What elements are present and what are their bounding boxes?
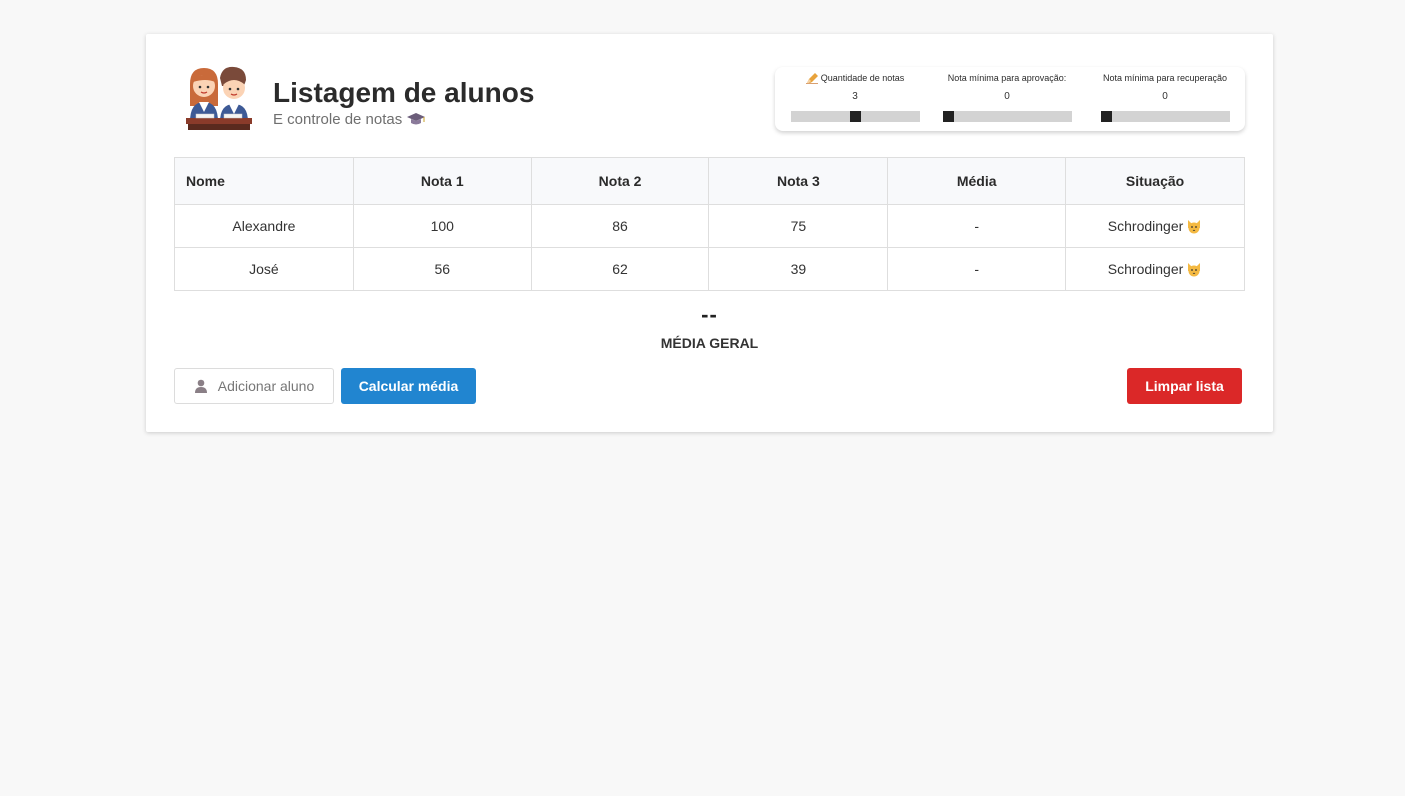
page-subtitle-row: E controle de notas xyxy=(273,111,534,128)
calculate-average-button[interactable]: Calcular média xyxy=(341,368,476,404)
title-block: Listagem de alunos E controle de notas xyxy=(273,69,534,128)
grades-table: Nome Nota 1 Nota 2 Nota 3 Média Situação… xyxy=(174,157,1245,291)
students-avatar-icon xyxy=(186,66,252,130)
add-student-button[interactable]: Adicionar aluno xyxy=(174,368,334,404)
nota-recuperacao-slider[interactable] xyxy=(1100,111,1230,122)
clear-list-button[interactable]: Limpar lista xyxy=(1127,368,1242,404)
column-header-nota2: Nota 2 xyxy=(530,157,710,205)
add-student-label: Adicionar aluno xyxy=(217,378,315,394)
setting-label: Nota mínima para recuperação xyxy=(1102,73,1228,83)
cat-icon xyxy=(1188,263,1201,277)
setting-value: 3 xyxy=(852,91,858,102)
cell-situacao: Schrodinger xyxy=(1065,204,1245,248)
column-header-nota3: Nota 3 xyxy=(708,157,889,205)
table-row: Alexandre 100 86 75 - Schrodinger xyxy=(174,204,1245,248)
setting-quantidade-notas: Quantidade de notas 3 xyxy=(785,71,925,122)
setting-value: 0 xyxy=(1162,91,1168,102)
setting-label: Nota mínima para aprovação: xyxy=(947,73,1067,83)
cell-media: - xyxy=(887,204,1067,248)
settings-panel: Quantidade de notas 3 Nota mínima para a… xyxy=(775,67,1245,131)
nota-aprovacao-slider[interactable] xyxy=(942,111,1072,122)
header: Listagem de alunos E controle de notas xyxy=(184,64,534,132)
slider-thumb[interactable] xyxy=(1100,111,1112,122)
media-geral-label: MÉDIA GERAL xyxy=(660,335,759,351)
cat-icon xyxy=(1188,220,1201,234)
setting-nota-aprovacao: Nota mínima para aprovação: 0 xyxy=(937,71,1077,122)
cell-nota2: 62 xyxy=(530,247,710,291)
situacao-text: Schrodinger xyxy=(1107,218,1184,234)
cell-nome: Alexandre xyxy=(174,204,354,248)
cell-nota3: 39 xyxy=(708,247,889,291)
cell-nota3: 75 xyxy=(708,204,889,248)
setting-nota-recuperacao: Nota mínima para recuperação 0 xyxy=(1095,71,1235,122)
column-header-media: Média xyxy=(887,157,1067,205)
setting-label-row: Quantidade de notas xyxy=(785,71,925,85)
page-title: Listagem de alunos xyxy=(273,76,535,108)
column-header-situacao: Situação xyxy=(1065,157,1245,205)
cell-nota1: 56 xyxy=(352,247,532,291)
setting-label: Quantidade de notas xyxy=(820,73,905,83)
cell-nota2: 86 xyxy=(530,204,710,248)
situacao-text: Schrodinger xyxy=(1107,261,1184,277)
cell-nome: José xyxy=(174,247,354,291)
cell-situacao: Schrodinger xyxy=(1065,247,1245,291)
pencil-icon xyxy=(805,72,818,84)
table-header-row: Nome Nota 1 Nota 2 Nota 3 Média Situação xyxy=(174,157,1245,205)
column-header-nome: Nome xyxy=(174,157,354,205)
table-row: José 56 62 39 - Schrodinger xyxy=(174,247,1245,291)
cell-nota1: 100 xyxy=(352,204,532,248)
slider-thumb[interactable] xyxy=(849,111,861,122)
cell-media: - xyxy=(887,247,1067,291)
user-icon xyxy=(194,379,207,393)
page-subtitle: E controle de notas xyxy=(273,110,403,128)
graduation-cap-icon xyxy=(407,113,426,125)
setting-value: 0 xyxy=(1004,91,1010,102)
slider-thumb[interactable] xyxy=(942,111,954,122)
column-header-nota1: Nota 1 xyxy=(352,157,532,205)
main-card: Listagem de alunos E controle de notas Q… xyxy=(146,34,1273,432)
media-geral-value: -- xyxy=(701,302,718,327)
quantidade-notas-slider[interactable] xyxy=(790,111,920,122)
